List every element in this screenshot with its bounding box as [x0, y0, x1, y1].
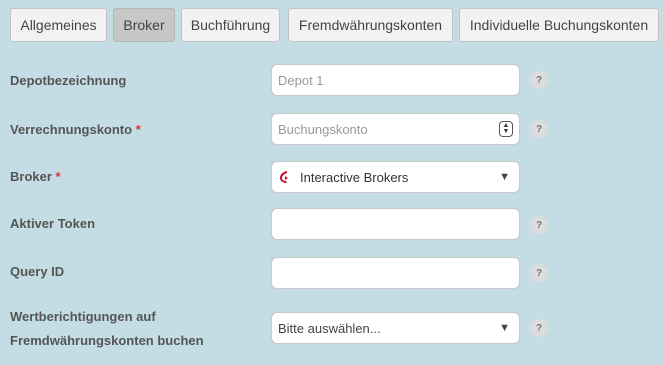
- depot-help-icon[interactable]: ?: [530, 71, 548, 89]
- depot-placeholder: Depot 1: [278, 72, 324, 88]
- depot-input[interactable]: Depot 1: [271, 64, 520, 96]
- chevron-down-icon[interactable]: ▼: [499, 322, 510, 334]
- wertberichtigung-label-line1: Wertberichtigungen auf: [10, 309, 156, 324]
- tab-individuelle-buchungskonten[interactable]: Individuelle Buchungskonten: [459, 8, 659, 42]
- verrechnungskonto-select[interactable]: Buchungskonto ▲ ▼: [271, 113, 520, 145]
- wertberichtigung-select[interactable]: Bitte auswählen... ▼: [271, 312, 520, 344]
- query-id-input[interactable]: [271, 257, 520, 289]
- depot-label: Depotbezeichnung: [10, 73, 127, 88]
- chevron-down-icon[interactable]: ▼: [499, 171, 510, 183]
- verrechnungskonto-help-icon[interactable]: ?: [530, 120, 548, 138]
- required-marker: *: [55, 169, 61, 184]
- verrechnungskonto-placeholder: Buchungskonto: [278, 121, 368, 137]
- token-input[interactable]: [271, 208, 520, 240]
- broker-label-text: Broker: [10, 169, 52, 184]
- tab-fremdwaehrungskonten[interactable]: Fremdwährungskonten: [288, 8, 453, 42]
- broker-value: Interactive Brokers: [300, 169, 409, 185]
- interactive-brokers-logo-icon: [278, 170, 290, 184]
- broker-select[interactable]: Interactive Brokers ▼: [271, 161, 520, 193]
- wertberichtigung-placeholder: Bitte auswählen...: [278, 320, 381, 336]
- tab-bar: Allgemeines Broker Buchführung Fremdwähr…: [10, 8, 663, 44]
- wertberichtigung-label: Wertberichtigungen auf Fremdwährungskont…: [10, 305, 204, 353]
- token-label: Aktiver Token: [10, 216, 96, 231]
- verrechnungskonto-label-text: Verrechnungskonto: [10, 122, 133, 137]
- verrechnungskonto-label: Verrechnungskonto *: [10, 117, 141, 143]
- required-marker: *: [135, 122, 141, 137]
- tab-allgemeines[interactable]: Allgemeines: [10, 8, 107, 42]
- query-id-label: Query ID: [10, 264, 65, 279]
- broker-label: Broker *: [10, 164, 61, 190]
- wertberichtigung-help-icon[interactable]: ?: [530, 319, 548, 337]
- spinner-icon[interactable]: ▲ ▼: [499, 121, 513, 137]
- tab-broker[interactable]: Broker: [113, 8, 175, 42]
- token-help-icon[interactable]: ?: [530, 216, 548, 234]
- wertberichtigung-label-line2: Fremdwährungskonten buchen: [10, 333, 204, 348]
- query-id-help-icon[interactable]: ?: [530, 264, 548, 282]
- tab-buchfuehrung[interactable]: Buchführung: [181, 8, 280, 42]
